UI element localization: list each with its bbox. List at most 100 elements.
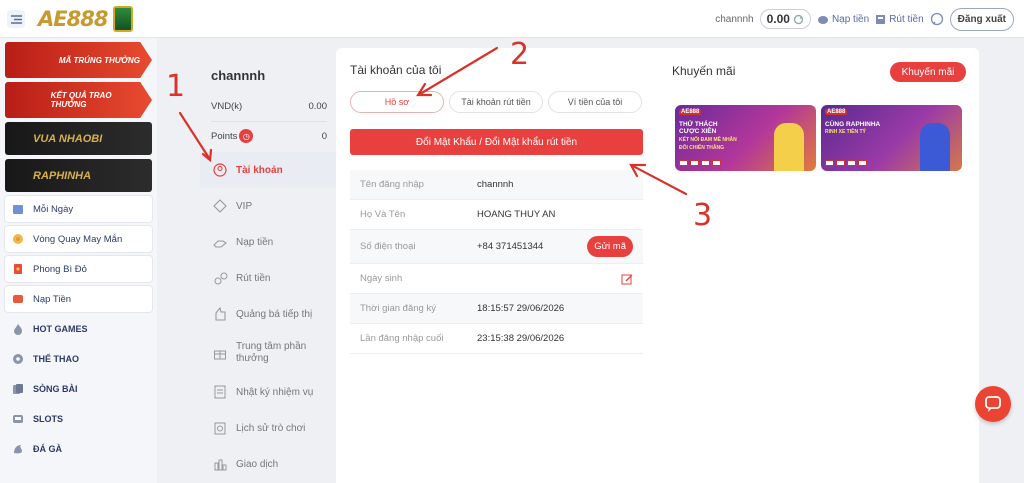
info-row-fullname: Họ Và Tên HOANG THUY AN: [350, 200, 643, 230]
profile-info-table: Tên đăng nhập channnh Họ Và Tên HOANG TH…: [350, 170, 643, 354]
banner-label: VUA NHAOBI: [33, 132, 103, 145]
withdraw-link[interactable]: Rút tiền: [875, 13, 924, 25]
send-code-button[interactable]: Gửi mã: [587, 236, 633, 257]
top-header: AE888 channnh 0.00 Nạp tiền Rút tiền Đăn…: [0, 0, 1024, 38]
promo-logo: AE888: [679, 109, 702, 115]
account-menu-label: Rút tiền: [236, 272, 271, 284]
player-image: [920, 123, 950, 171]
info-row-phone: Số điện thoại +84 371451344 Gửi mã: [350, 230, 643, 264]
sidebar-item-cockfight[interactable]: ĐÁ GÀ: [5, 436, 152, 462]
refresh-icon[interactable]: [793, 14, 804, 25]
promotions-button[interactable]: Khuyến mãi: [890, 62, 966, 82]
divider: [211, 121, 327, 122]
live-chat-button[interactable]: [975, 386, 1011, 422]
account-menu-withdraw[interactable]: Rút tiền: [200, 260, 336, 296]
promo-card-raphinha[interactable]: AE888 CÙNG RAPHINHA RINH XE TIỀN TỶ: [821, 105, 962, 171]
account-menu-label: Trung tâm phần thưởng: [236, 341, 307, 364]
sidebar-item-label: Nạp Tiền: [33, 293, 72, 305]
change-password-button[interactable]: Đổi Mật Khẩu / Đổi Mật khẩu rút tiền: [350, 129, 643, 155]
account-menu-account[interactable]: Tài khoản: [200, 152, 336, 188]
calendar-icon: [11, 202, 25, 216]
sidebar-item-label: HOT GAMES: [33, 324, 88, 334]
banner-label: RAPHINHA: [33, 169, 92, 182]
promo-logo: AE888: [825, 109, 848, 115]
tab-profile[interactable]: Hồ sơ: [350, 91, 444, 113]
player-image: [774, 123, 804, 171]
account-menu-game-history[interactable]: Lịch sử trò chơi: [200, 410, 336, 446]
vip-icon: [212, 198, 228, 214]
sidebar-item-deposit[interactable]: Nạp Tiền: [5, 286, 152, 312]
sidebar-banner-winning-code[interactable]: MÃ TRÚNG THƯỞNG: [5, 42, 152, 78]
edit-icon[interactable]: [621, 273, 633, 285]
tab-my-wallet[interactable]: Ví tiền của tôi: [548, 91, 642, 113]
sidebar-item-label: SÒNG BÀI: [33, 384, 78, 394]
sidebar-item-label: Phong Bì Đỏ: [33, 263, 87, 275]
header-actions: channnh 0.00 Nạp tiền Rút tiền Đăng xuất: [715, 6, 1014, 32]
sidebar-item-red-envelope[interactable]: Phong Bì Đỏ: [5, 256, 152, 282]
promo-subtext: KẾT NỐI ĐAM MÊ NHÂN ĐÔI CHIẾN THẮNG: [679, 136, 737, 151]
account-menu-label: Quảng bá tiếp thị: [236, 308, 313, 320]
menu-toggle-button[interactable]: [7, 10, 25, 28]
deposit-link[interactable]: Nạp tiền: [817, 14, 869, 25]
field-value: channnh: [477, 179, 514, 190]
balance-value: 0.00: [766, 12, 790, 26]
sidebar-item-label: Mỗi Ngày: [33, 203, 74, 215]
account-menu-rewards[interactable]: Trung tâm phần thưởng: [200, 332, 336, 374]
account-menu-label: Nhật ký nhiệm vụ: [236, 386, 314, 398]
info-row-last-login: Lần đăng nhập cuối 23:15:38 29/06/2026: [350, 324, 643, 354]
withdraw-link-label: Rút tiền: [889, 13, 924, 25]
sidebar-item-label: THỂ THAO: [33, 354, 79, 364]
points-label: Points: [211, 130, 238, 142]
deposit-hand-icon: [212, 234, 228, 250]
account-menu-vip[interactable]: VIP: [200, 188, 336, 224]
task-log-icon: [212, 384, 228, 400]
promo-card-parlay[interactable]: AE888 THỬ THÁCH CƯỢC XIÊN KẾT NỐI ĐAM MÊ…: [675, 105, 816, 171]
account-menu-transactions[interactable]: Giao dịch: [200, 446, 336, 482]
withdraw-icon: [212, 270, 228, 286]
sidebar-banner-ambassador-2[interactable]: RAPHINHA: [5, 159, 152, 192]
sidebar-item-sports[interactable]: THỂ THAO: [5, 346, 152, 372]
logout-button[interactable]: Đăng xuất: [949, 7, 1014, 31]
field-label: Số điện thoại: [360, 241, 416, 252]
tab-withdraw-account[interactable]: Tài khoản rút tiền: [449, 91, 543, 113]
info-row-birthday: Ngày sinh: [350, 264, 643, 294]
vnd-label: VND(k): [211, 101, 243, 112]
rooster-icon: [11, 442, 25, 456]
promo-headline: THỬ THÁCH CƯỢC XIÊN KẾT NỐI ĐAM MÊ NHÂN …: [679, 121, 739, 151]
banner-label: MÃ TRÚNG THƯỞNG: [58, 55, 140, 65]
main-panel: Tài khoản của tôi Hồ sơ Tài khoản rút ti…: [336, 48, 979, 483]
ball-icon: [11, 352, 25, 366]
left-sidebar: MÃ TRÚNG THƯỞNG KẾT QUẢ TRAO THƯỞNG VUA …: [0, 38, 157, 483]
points-clock-icon[interactable]: ◷: [239, 129, 254, 143]
chat-bubble-icon[interactable]: [930, 12, 944, 26]
info-row-registered: Thời gian đăng ký 18:15:57 29/06/2026: [350, 294, 643, 324]
account-menu: Tài khoản VIP Nạp tiền Rút tiền Quảng bá…: [200, 152, 336, 482]
piggy-bank-icon: [817, 15, 828, 24]
transactions-icon: [212, 456, 228, 472]
user-icon: [212, 162, 228, 178]
field-label: Ngày sinh: [360, 273, 403, 284]
sidebar-banner-ambassador-1[interactable]: VUA NHAOBI: [5, 122, 152, 155]
account-menu-marketing[interactable]: Quảng bá tiếp thị: [200, 296, 336, 332]
field-label: Thời gian đăng ký: [360, 303, 436, 314]
balance-display: 0.00: [759, 9, 811, 29]
flag-icons: [679, 160, 721, 166]
site-logo[interactable]: AE888: [38, 5, 134, 33]
gift-icon: [212, 345, 228, 361]
promo-headline-text: CÙNG RAPHINHA: [825, 121, 881, 128]
sidebar-item-daily[interactable]: Mỗi Ngày: [5, 196, 152, 222]
promotions-title: Khuyến mãi: [672, 64, 736, 78]
sidebar-banner-results[interactable]: KẾT QUẢ TRAO THƯỞNG: [5, 82, 152, 118]
sidebar-item-label: Vòng Quay May Mắn: [33, 233, 123, 245]
account-menu-label: Lịch sử trò chơi: [236, 422, 306, 434]
history-icon: [212, 420, 228, 436]
account-menu-deposit[interactable]: Nạp tiền: [200, 224, 336, 260]
sidebar-item-slots[interactable]: SLOTS: [5, 406, 152, 432]
field-value: 18:15:57 29/06/2026: [477, 303, 565, 314]
sidebar-item-casino[interactable]: SÒNG BÀI: [5, 376, 152, 402]
sidebar-item-lucky-wheel[interactable]: Vòng Quay May Mắn: [5, 226, 152, 252]
slots-icon: [11, 412, 25, 426]
wheel-icon: [11, 232, 25, 246]
sidebar-item-hot-games[interactable]: HOT GAMES: [5, 316, 152, 342]
account-menu-task-log[interactable]: Nhật ký nhiệm vụ: [200, 374, 336, 410]
